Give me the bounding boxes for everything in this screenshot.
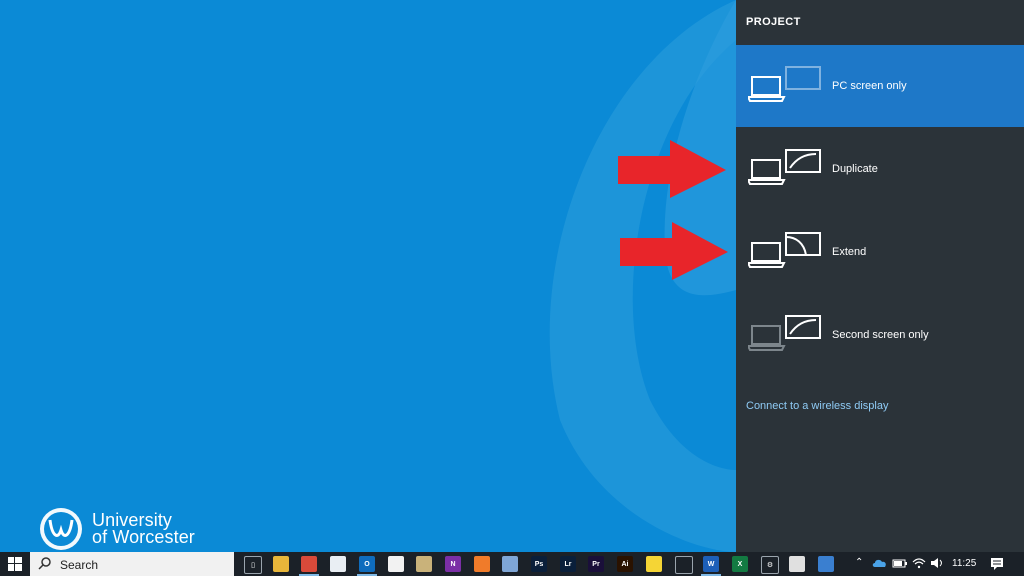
option-duplicate[interactable]: Duplicate [736, 128, 1024, 210]
second-screen-only-icon [748, 315, 821, 351]
option-label: Extend [832, 246, 867, 258]
search-placeholder: Search [60, 558, 99, 572]
taskbar: Search ▯ O N Ps Lr Pr Ai W X ⚙ ⌃ 11:25 [0, 552, 1024, 576]
onedrive-icon[interactable] [872, 557, 888, 569]
wifi-icon[interactable] [912, 557, 926, 569]
project-panel: PROJECT PC screen only Duplicate Extend [736, 0, 1024, 552]
volume-icon[interactable] [930, 557, 944, 569]
excel-icon[interactable]: X [732, 556, 748, 572]
option-label: Second screen only [832, 329, 929, 341]
option-label: Duplicate [832, 163, 878, 175]
illustrator-icon[interactable]: Ai [617, 556, 633, 572]
search-icon [38, 557, 51, 570]
onenote-icon[interactable]: N [445, 556, 461, 572]
folder-app-icon[interactable] [416, 556, 432, 572]
start-button[interactable] [0, 552, 30, 576]
task-view-icon[interactable]: ▯ [244, 556, 262, 574]
logo-line2: of Worcester [92, 527, 195, 547]
university-logo: University of Worcester [36, 506, 195, 552]
firefox-icon[interactable] [474, 556, 490, 572]
red-arrow-extend [620, 222, 728, 280]
option-pc-screen-only[interactable]: PC screen only [736, 45, 1024, 127]
file-explorer-icon[interactable] [273, 556, 289, 572]
sticky-notes-icon[interactable] [646, 556, 662, 572]
option-label: PC screen only [832, 80, 907, 92]
media-icon[interactable] [388, 556, 404, 572]
show-hidden-icons-icon[interactable]: ⌃ [855, 557, 863, 568]
action-center-icon[interactable] [990, 557, 1004, 571]
extend-icon [748, 232, 821, 268]
clock[interactable]: 11:25 [952, 558, 976, 569]
chrome-icon[interactable] [299, 556, 319, 576]
outlook-icon[interactable]: O [357, 556, 377, 576]
photos-icon[interactable] [818, 556, 834, 572]
option-extend[interactable]: Extend [736, 211, 1024, 293]
battery-icon[interactable] [892, 557, 908, 569]
premiere-icon[interactable]: Pr [588, 556, 604, 572]
option-second-screen-only[interactable]: Second screen only [736, 294, 1024, 376]
pc-screen-only-icon [748, 66, 821, 102]
red-arrow-duplicate [618, 140, 726, 198]
notepad-icon[interactable] [502, 556, 518, 572]
duplicate-icon [748, 149, 821, 185]
connect-wireless-display-link[interactable]: Connect to a wireless display [746, 400, 888, 412]
snipping-tool-icon[interactable] [789, 556, 805, 572]
lightroom-icon[interactable]: Lr [560, 556, 576, 572]
windows-logo-icon [8, 557, 22, 571]
document-icon[interactable] [330, 556, 346, 572]
search-box[interactable]: Search [30, 552, 234, 576]
word-icon[interactable]: W [701, 556, 721, 576]
photoshop-icon[interactable]: Ps [531, 556, 547, 572]
pen-tool-icon[interactable] [675, 556, 693, 574]
panel-title: PROJECT [746, 16, 801, 28]
university-emblem-icon [40, 508, 82, 550]
settings-icon[interactable]: ⚙ [761, 556, 779, 574]
